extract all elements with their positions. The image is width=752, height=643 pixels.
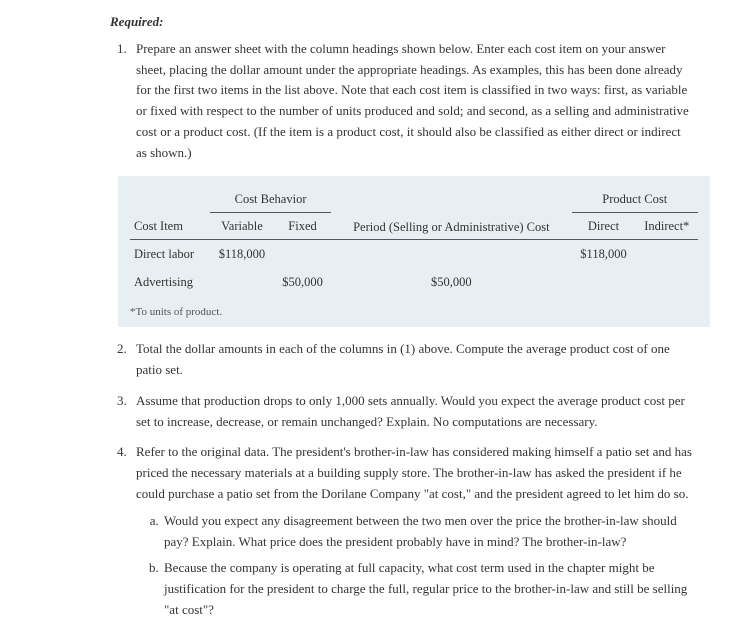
- cell-variable: [210, 268, 274, 296]
- question-4-text: Refer to the original data. The presiden…: [136, 444, 692, 501]
- question-4-sublist: Would you expect any disagreement betwee…: [162, 511, 692, 621]
- question-1: Prepare an answer sheet with the column …: [130, 39, 692, 327]
- table-row: Direct labor $118,000 $118,000: [130, 239, 698, 268]
- question-4a-text: Would you expect any disagreement betwee…: [164, 513, 677, 549]
- header-product-cost: Product Cost: [572, 186, 698, 213]
- question-4b: Because the company is operating at full…: [162, 558, 692, 620]
- cell-item: Advertising: [130, 268, 210, 296]
- question-4b-text: Because the company is operating at full…: [164, 560, 687, 617]
- cell-direct: [572, 268, 636, 296]
- cell-indirect: [636, 239, 699, 268]
- cost-table: Cost Behavior Period (Selling or Adminis…: [130, 186, 698, 296]
- cell-fixed: $50,000: [274, 268, 331, 296]
- cell-period: [331, 239, 571, 268]
- question-1-text: Prepare an answer sheet with the column …: [136, 41, 689, 160]
- cell-item: Direct labor: [130, 239, 210, 268]
- cell-direct: $118,000: [572, 239, 636, 268]
- header-period: Period (Selling or Administrative) Cost: [331, 186, 571, 240]
- question-3-text: Assume that production drops to only 1,0…: [136, 393, 685, 429]
- question-2-text: Total the dollar amounts in each of the …: [136, 341, 670, 377]
- spacer: [130, 186, 210, 213]
- question-2: Total the dollar amounts in each of the …: [130, 339, 692, 381]
- header-cost-item: Cost Item: [130, 212, 210, 239]
- question-3: Assume that production drops to only 1,0…: [130, 391, 692, 433]
- question-list: Prepare an answer sheet with the column …: [130, 39, 692, 621]
- question-4: Refer to the original data. The presiden…: [130, 442, 692, 620]
- header-indirect: Indirect*: [636, 212, 699, 239]
- question-4a: Would you expect any disagreement betwee…: [162, 511, 692, 553]
- cell-indirect: [636, 268, 699, 296]
- header-variable: Variable: [210, 212, 274, 239]
- cell-variable: $118,000: [210, 239, 274, 268]
- header-cost-behavior: Cost Behavior: [210, 186, 331, 213]
- table-footnote: *To units of product.: [130, 304, 698, 322]
- header-direct: Direct: [572, 212, 636, 239]
- cell-fixed: [274, 239, 331, 268]
- cell-period: $50,000: [331, 268, 571, 296]
- header-fixed: Fixed: [274, 212, 331, 239]
- table-row: Advertising $50,000 $50,000: [130, 268, 698, 296]
- required-heading: Required:: [110, 12, 692, 33]
- cost-table-wrap: Cost Behavior Period (Selling or Adminis…: [118, 176, 710, 328]
